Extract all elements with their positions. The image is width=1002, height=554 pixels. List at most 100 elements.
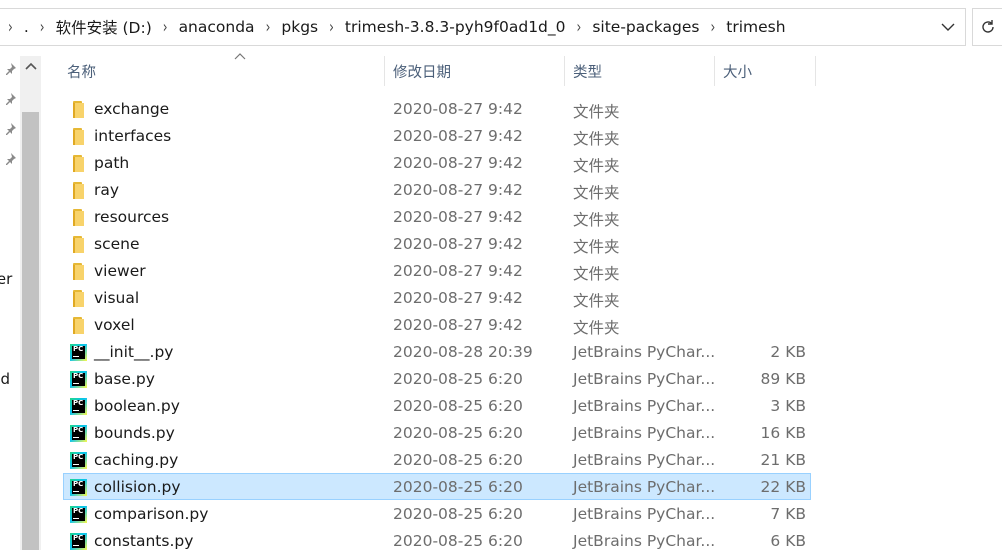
file-date: 2020-08-27 9:42 [393, 100, 523, 118]
file-date: 2020-08-25 6:20 [393, 532, 523, 550]
file-size: 2 KB [770, 343, 806, 361]
file-name: scene [94, 235, 140, 253]
folder-icon [70, 263, 87, 280]
address-bar[interactable]: ›. › 软件安装 (D:) › anaconda › pkgs › trimesh-3.8.3… [0, 8, 966, 46]
file-row[interactable]: PC collision.py 2020-08-25 6:20 JetBrains P… [63, 473, 811, 500]
breadcrumb-item[interactable]: pkgs [279, 18, 320, 36]
breadcrumb-separator[interactable]: › [154, 17, 177, 37]
pycharm-file-icon: PC [70, 533, 87, 550]
column-header: 名称 修改日期 类型 大小 [41, 53, 1002, 86]
breadcrumb-separator[interactable]: › [568, 17, 591, 37]
breadcrumb-item[interactable]: 软件安装 (D:) [54, 16, 154, 38]
file-date: 2020-08-25 6:20 [393, 505, 523, 523]
file-row[interactable]: PC caching.py 2020-08-25 6:20 JetBrains PyC… [63, 446, 811, 473]
file-date: 2020-08-25 6:20 [393, 451, 523, 469]
breadcrumb-separator[interactable]: › [701, 17, 724, 37]
column-header-name[interactable]: 名称 [59, 53, 385, 86]
file-row[interactable]: exchange 2020-08-27 9:42 文件夹 [63, 95, 811, 122]
file-name: collision.py [94, 478, 181, 496]
file-size: 3 KB [770, 397, 806, 415]
file-size: 89 KB [760, 370, 806, 388]
refresh-icon [981, 20, 994, 33]
file-type: 文件夹 [573, 184, 620, 202]
breadcrumb-item[interactable]: . [22, 18, 31, 36]
file-row[interactable]: viewer 2020-08-27 9:42 文件夹 [63, 257, 811, 284]
file-row[interactable]: scene 2020-08-27 9:42 文件夹 [63, 230, 811, 257]
folder-icon [70, 182, 87, 199]
file-date: 2020-08-27 9:42 [393, 127, 523, 145]
file-name: bounds.py [94, 424, 175, 442]
pin-icon[interactable] [3, 152, 17, 166]
file-row[interactable]: PC __init__.py 2020-08-28 20:39 JetBrains P… [63, 338, 811, 365]
folder-icon [70, 101, 87, 118]
file-date: 2020-08-27 9:42 [393, 154, 523, 172]
folder-icon [70, 236, 87, 253]
file-row[interactable]: interfaces 2020-08-27 9:42 文件夹 [63, 122, 811, 149]
file-type: 文件夹 [573, 211, 620, 229]
file-date: 2020-08-27 9:42 [393, 289, 523, 307]
pycharm-file-icon: PC [70, 506, 87, 523]
breadcrumb-separator[interactable]: › [31, 17, 54, 37]
chevron-up-icon [24, 62, 37, 70]
column-header-date[interactable]: 修改日期 [385, 56, 565, 86]
file-date: 2020-08-28 20:39 [393, 343, 533, 361]
column-header-type[interactable]: 类型 [565, 56, 715, 86]
navigation-scrollbar[interactable] [20, 56, 41, 550]
column-header-size[interactable]: 大小 [715, 56, 816, 86]
file-type: 文件夹 [573, 238, 620, 256]
file-type: JetBrains PyChar... [573, 343, 716, 361]
breadcrumb-item[interactable]: anaconda [177, 18, 257, 36]
file-row[interactable]: PC base.py 2020-08-25 6:20 JetBrains PyChar… [63, 365, 811, 392]
file-date: 2020-08-27 9:42 [393, 316, 523, 334]
file-name: path [94, 154, 130, 172]
file-type: JetBrains PyChar... [573, 397, 716, 415]
file-date: 2020-08-25 6:20 [393, 424, 523, 442]
file-row[interactable]: PC bounds.py 2020-08-25 6:20 JetBrains PyCh… [63, 419, 811, 446]
file-type: 文件夹 [573, 292, 620, 310]
pycharm-file-icon: PC [70, 344, 87, 361]
breadcrumb-item[interactable]: trimesh [724, 18, 787, 36]
file-type: 文件夹 [573, 157, 620, 175]
breadcrumb-item[interactable]: site-packages [590, 18, 701, 36]
file-row[interactable]: PC boolean.py 2020-08-25 6:20 JetBrains PyC… [63, 392, 811, 419]
navigation-pane: ter ud [0, 56, 20, 550]
pin-icon[interactable] [3, 62, 17, 76]
pycharm-file-icon: PC [70, 452, 87, 469]
refresh-button[interactable] [972, 8, 1002, 46]
pin-icon[interactable] [3, 92, 17, 106]
scroll-up-button[interactable] [20, 56, 41, 76]
file-row[interactable]: voxel 2020-08-27 9:42 文件夹 [63, 311, 811, 338]
file-name: __init__.py [94, 343, 174, 361]
pin-icon[interactable] [3, 122, 17, 136]
folder-icon [70, 155, 87, 172]
nav-item-partial[interactable]: ter [0, 270, 20, 288]
file-name: caching.py [94, 451, 179, 469]
breadcrumb-separator[interactable]: › [320, 17, 343, 37]
file-date: 2020-08-25 6:20 [393, 397, 523, 415]
file-size: 22 KB [760, 478, 806, 496]
sort-ascending-icon [234, 53, 246, 60]
file-date: 2020-08-27 9:42 [393, 208, 523, 226]
file-size: 7 KB [770, 505, 806, 523]
file-date: 2020-08-27 9:42 [393, 262, 523, 280]
breadcrumb-separator[interactable]: › [257, 17, 280, 37]
file-date: 2020-08-25 6:20 [393, 370, 523, 388]
breadcrumb: ›. › 软件安装 (D:) › anaconda › pkgs › trimesh-3.8.3… [0, 9, 788, 45]
file-name: ray [94, 181, 120, 199]
file-row[interactable]: resources 2020-08-27 9:42 文件夹 [63, 203, 811, 230]
address-history-dropdown[interactable] [937, 9, 959, 45]
file-row[interactable]: visual 2020-08-27 9:42 文件夹 [63, 284, 811, 311]
scroll-thumb[interactable] [22, 112, 39, 550]
folder-icon [70, 209, 87, 226]
file-name: viewer [94, 262, 146, 280]
file-type: 文件夹 [573, 103, 620, 121]
file-row[interactable]: path 2020-08-27 9:42 文件夹 [63, 149, 811, 176]
file-name: resources [94, 208, 170, 226]
file-row[interactable]: ray 2020-08-27 9:42 文件夹 [63, 176, 811, 203]
nav-item-partial[interactable]: ud [0, 370, 20, 388]
breadcrumb-separator[interactable]: › [0, 17, 22, 37]
breadcrumb-item[interactable]: trimesh-3.8.3-pyh9f0ad1d_0 [343, 18, 568, 36]
file-size: 16 KB [760, 424, 806, 442]
file-date: 2020-08-27 9:42 [393, 181, 523, 199]
file-row[interactable]: PC comparison.py 2020-08-25 6:20 JetBrains … [63, 500, 811, 527]
